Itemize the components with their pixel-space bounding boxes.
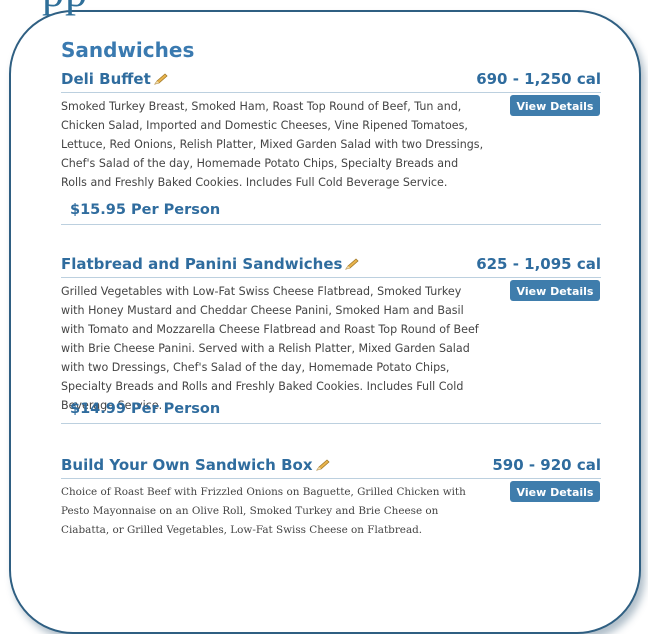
view-details-button[interactable]: View Details <box>510 280 600 301</box>
pencil-icon <box>153 73 168 85</box>
item-header: Build Your Own Sandwich Box 590 - 920 ca… <box>61 456 601 479</box>
menu-item-flatbread-panini: Flatbread and Panini Sandwiches 625 - 1,… <box>61 255 601 424</box>
cropped-heading: pp <box>42 0 88 14</box>
pencil-icon <box>345 258 360 270</box>
price-row: $15.95 Per Person <box>61 202 601 225</box>
view-details-button[interactable]: View Details <box>510 481 600 502</box>
item-price: $15.95 Per Person <box>70 202 221 218</box>
pencil-icon <box>315 459 330 471</box>
item-name-label[interactable]: Flatbread and Panini Sandwiches <box>61 255 342 273</box>
view-details-button[interactable]: View Details <box>510 95 600 116</box>
item-name[interactable]: Deli Buffet <box>61 70 168 88</box>
item-name-label[interactable]: Deli Buffet <box>61 70 151 88</box>
menu-item-deli-buffet: Deli Buffet 690 - 1,250 cal Smoked Turke… <box>61 70 601 225</box>
item-price: $14.99 Per Person <box>70 401 221 417</box>
item-name[interactable]: Build Your Own Sandwich Box <box>61 456 330 474</box>
item-header: Flatbread and Panini Sandwiches 625 - 1,… <box>61 255 601 278</box>
menu-item-sandwich-box: Build Your Own Sandwich Box 590 - 920 ca… <box>61 456 601 536</box>
item-description: Grilled Vegetables with Low-Fat Swiss Ch… <box>61 285 479 412</box>
item-calories: 590 - 920 cal <box>492 456 601 474</box>
item-calories: 690 - 1,250 cal <box>476 70 601 88</box>
item-header: Deli Buffet 690 - 1,250 cal <box>61 70 601 93</box>
price-row: $14.99 Per Person <box>61 401 601 424</box>
item-description: Smoked Turkey Breast, Smoked Ham, Roast … <box>61 100 484 189</box>
item-calories: 625 - 1,095 cal <box>476 255 601 273</box>
item-name-label[interactable]: Build Your Own Sandwich Box <box>61 456 313 474</box>
page-title: Sandwiches <box>61 38 195 62</box>
item-name[interactable]: Flatbread and Panini Sandwiches <box>61 255 360 273</box>
item-description: Choice of Roast Beef with Frizzled Onion… <box>61 486 466 536</box>
